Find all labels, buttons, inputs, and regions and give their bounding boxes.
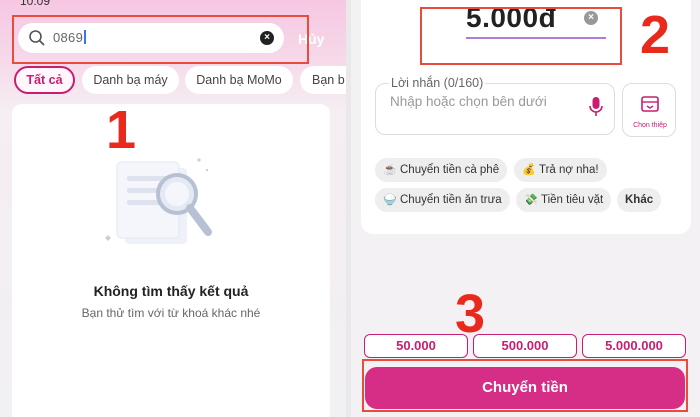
quick-message-coffee[interactable]: ☕ Chuyển tiền cà phê (375, 158, 508, 182)
quick-message-debt[interactable]: 💰 Trả nợ nha! (514, 158, 607, 182)
filter-chip-friends[interactable]: Bạn b (300, 66, 346, 94)
message-input[interactable]: Nhập hoặc chọn bên dưới (375, 83, 615, 135)
rice-emoji: 🍚 (383, 194, 397, 206)
card-icon (641, 96, 659, 112)
filter-chip-phone-contacts[interactable]: Danh bạ máy (82, 66, 179, 94)
preset-amount-50000[interactable]: 50.000 (364, 334, 468, 358)
microphone-icon[interactable] (588, 96, 604, 118)
quick-message-pocket-money[interactable]: 💸 Tiền tiêu vặt (516, 188, 612, 212)
no-results-illustration (105, 158, 212, 244)
quick-message-more[interactable]: Khác (617, 188, 662, 212)
money-wings-emoji: 💸 (524, 194, 538, 206)
empty-state-title: Không tìm thấy kết quả (93, 283, 249, 299)
money-bag-emoji: 💰 (522, 164, 536, 176)
step-number-1: 1 (106, 100, 137, 160)
annotation-box-search (12, 15, 309, 64)
step-number-2: 2 (640, 5, 671, 65)
filter-chip-all[interactable]: Tất cả (14, 66, 75, 94)
coffee-emoji: ☕ (383, 164, 397, 176)
annotation-box-amount (420, 7, 622, 65)
quick-message-lunch[interactable]: 🍚 Chuyển tiền ăn trưa (375, 188, 510, 212)
status-time: 10:09 (20, 0, 51, 8)
message-label: Lời nhắn (0/160) (389, 76, 486, 90)
preset-amount-5000000[interactable]: 5.000.000 (582, 334, 686, 358)
choose-card-button[interactable]: Chọn thiệp (622, 83, 676, 137)
empty-state-subtitle: Bạn thử tìm với từ khoá khác nhé (81, 306, 261, 320)
choose-card-label: Chọn thiệp (633, 122, 667, 129)
filter-chip-momo-contacts[interactable]: Danh bạ MoMo (185, 66, 293, 94)
preset-amount-500000[interactable]: 500.000 (473, 334, 577, 358)
annotation-box-submit (362, 359, 688, 412)
message-placeholder: Nhập hoặc chọn bên dưới (390, 94, 547, 109)
